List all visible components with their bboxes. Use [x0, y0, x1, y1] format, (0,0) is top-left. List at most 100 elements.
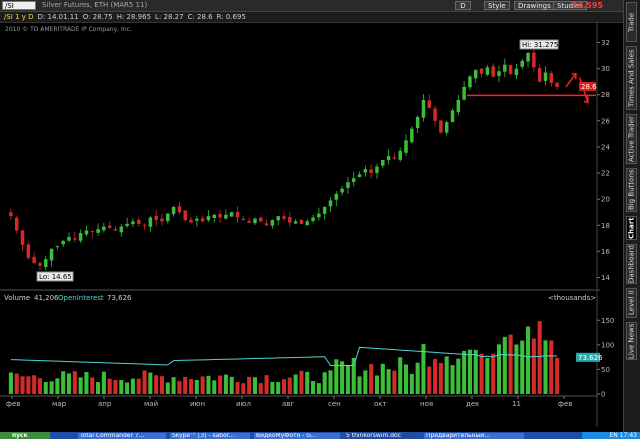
price-chart[interactable]: 32 30 28 26 24 22 20 18 16 14 Hi: 31.275 Lo: 14.6… [0, 22, 624, 432]
candle-body [404, 140, 408, 153]
x-axis-labels: фев мар апр май июн июл авг сен окт ноя дек 11 фев [6, 396, 572, 408]
candle-body [375, 166, 379, 174]
candle-body [224, 214, 228, 219]
volume-bar [113, 379, 118, 394]
ohlc-range: R: 0.695 [216, 13, 246, 21]
taskbar-item-total-commander[interactable]: Total Commander 7... [78, 433, 166, 439]
candle-body [520, 60, 524, 67]
volume-bar [252, 377, 257, 394]
volume-bar [293, 374, 298, 394]
up-arrow-drawing[interactable] [565, 73, 578, 88]
last-price: 28.595 [572, 1, 603, 10]
volume-bar [270, 381, 275, 394]
candle-body [398, 150, 402, 160]
candle-body [38, 263, 42, 266]
tab-big-buttons[interactable]: Big Buttons [626, 168, 637, 212]
candle-body [340, 188, 344, 193]
start-button[interactable]: пуск [0, 432, 50, 439]
candle-body [113, 228, 118, 231]
volume-bar [212, 380, 217, 394]
tab-level-ii[interactable]: Level II [626, 288, 637, 318]
volume-bar [479, 353, 484, 394]
volume-bar [514, 344, 519, 394]
candle-body [427, 100, 432, 108]
candle-body [305, 221, 309, 226]
volume-bar [142, 370, 147, 394]
ohlc-symbol: /SI 1 y D [4, 13, 34, 21]
tab-chart[interactable]: Chart [626, 216, 637, 240]
candle-body [450, 110, 455, 123]
volume-bar [159, 376, 165, 394]
volume-bar [299, 370, 304, 394]
taskbar-item-photo[interactable]: ВидеоМуФото - G... [254, 433, 340, 439]
volume-bar [241, 383, 246, 394]
volume-bar [398, 357, 403, 394]
svg-text:Hi: 31.275: Hi: 31.275 [522, 41, 558, 49]
volume-bar [380, 363, 385, 394]
candle-body [503, 64, 507, 72]
volume-tick-label: 100 [601, 341, 614, 349]
candle-body [317, 213, 321, 218]
taskbar-item-preview[interactable]: Предварительный... [424, 433, 524, 439]
tab-trade[interactable]: Trade [626, 2, 637, 42]
tab-live-news[interactable]: Live News [626, 322, 637, 360]
symbol-input[interactable]: /SI [2, 1, 36, 10]
candle-body [543, 72, 548, 81]
hi-label: Hi: 31.275 [519, 39, 559, 50]
candle-body [328, 200, 333, 207]
candle-body [346, 182, 350, 188]
taskbar-item-document[interactable]: 5 thinkorswim.doc [344, 433, 420, 439]
volume-bar [183, 376, 188, 394]
volume-tick-label: 150 [601, 317, 614, 325]
candle-body [160, 218, 164, 222]
candle-body [44, 259, 48, 268]
drawings-button[interactable]: Drawings [514, 1, 555, 10]
svg-text:Lo: 14.65: Lo: 14.65 [39, 273, 72, 281]
taskbar-item-skype[interactable]: Skype™ [3] - sabor... [170, 433, 250, 439]
volume-bar [496, 344, 502, 394]
x-tick-label: 11 [512, 400, 521, 408]
style-button[interactable]: Style [484, 1, 510, 10]
volume-bar [328, 370, 333, 394]
price-tick-label: 22 [601, 170, 610, 178]
candle-body [259, 217, 263, 222]
price-tick-label: 20 [601, 196, 610, 204]
volume-bar [415, 362, 420, 394]
volume-bar [316, 383, 321, 394]
volume-bar [531, 338, 536, 394]
candle-body [148, 217, 153, 227]
candle-body [171, 206, 176, 215]
candle-body [462, 86, 466, 100]
candle-body [491, 66, 495, 77]
volume-bar [403, 364, 409, 394]
candle-body [177, 206, 182, 213]
candle-body [183, 210, 187, 221]
timeframe-button[interactable]: D [455, 1, 471, 10]
price-tick-label: 32 [601, 39, 610, 47]
ohlc-close: C: 28.6 [187, 13, 213, 21]
svg-text:28.6: 28.6 [581, 83, 597, 91]
x-tick-label: июн [190, 400, 205, 408]
volume-bar [345, 365, 350, 394]
tab-active-trader[interactable]: Active Trader [626, 114, 637, 164]
volume-bar [491, 353, 496, 394]
volume-bar [444, 356, 449, 394]
volume-bar [537, 321, 542, 394]
candle-body [78, 233, 83, 241]
ohlc-date: D: 14.01.11 [37, 13, 79, 21]
ohlc-low: L: 28.27 [155, 13, 184, 21]
volume-bar [194, 380, 199, 394]
volume-bar [20, 376, 25, 394]
volume-bar [32, 375, 37, 394]
tab-dashboard[interactable]: Dashboard [626, 244, 637, 284]
tab-times-and-sales[interactable]: Times And Sales [626, 46, 637, 110]
x-tick-label: апр [98, 400, 112, 408]
ohlc-high: H: 28.965 [116, 13, 152, 21]
candle-body [9, 212, 13, 217]
candle-body [136, 220, 141, 224]
candle-body [195, 218, 199, 221]
candle-body [526, 52, 530, 62]
volume-bar [223, 374, 228, 394]
volume-bar [148, 372, 153, 394]
candle-body [311, 217, 315, 221]
